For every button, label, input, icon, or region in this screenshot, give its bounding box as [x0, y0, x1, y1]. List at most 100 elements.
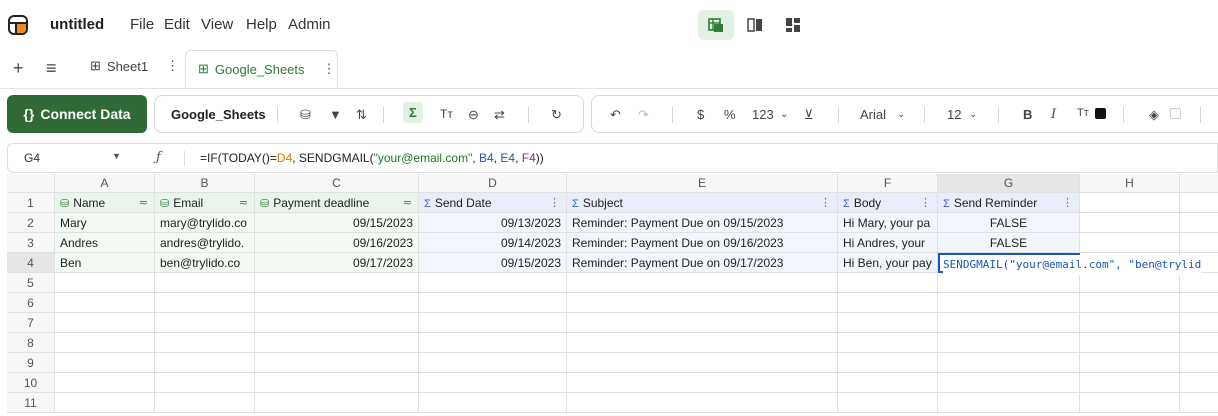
cell[interactable] [1180, 373, 1218, 393]
cell[interactable] [1080, 193, 1180, 213]
sigma-icon[interactable]: Σ [403, 102, 423, 123]
cell[interactable] [1080, 273, 1180, 293]
cell[interactable] [1180, 293, 1218, 313]
filter-icon[interactable]: ≂ [139, 193, 148, 212]
cell-name[interactable]: Ben [55, 253, 155, 273]
cell[interactable] [255, 333, 419, 353]
cell[interactable] [838, 353, 938, 373]
cell-subject[interactable]: Reminder: Payment Due on 09/17/2023 [567, 253, 838, 273]
row-header-3[interactable]: 3 [7, 233, 55, 253]
cell[interactable] [1180, 313, 1218, 333]
row-header-2[interactable]: 2 [7, 213, 55, 233]
menu-file[interactable]: File [130, 16, 154, 33]
document-title[interactable]: untitled [50, 16, 104, 33]
cell-name[interactable]: Mary [55, 213, 155, 233]
row-header-6[interactable]: 6 [7, 293, 55, 313]
cell-payment-deadline[interactable]: 09/16/2023 [255, 233, 419, 253]
cell[interactable] [255, 273, 419, 293]
grid-view-button[interactable] [698, 10, 734, 40]
cell[interactable] [838, 313, 938, 333]
column-header-g[interactable]: G [938, 174, 1080, 193]
cell[interactable] [55, 273, 155, 293]
row-header-9[interactable]: 9 [7, 353, 55, 373]
column-header-b[interactable]: B [155, 174, 255, 193]
filter-icon[interactable]: ≂ [403, 193, 412, 212]
percent-button[interactable]: % [724, 107, 736, 122]
cell[interactable] [255, 293, 419, 313]
cell[interactable] [255, 353, 419, 373]
cell[interactable] [567, 313, 838, 333]
header-cell-payment-deadline[interactable]: ⛁ Payment deadline ≂ [255, 193, 419, 213]
filter-icon[interactable]: ≂ [239, 193, 248, 212]
cell[interactable] [1080, 213, 1180, 233]
cell[interactable] [567, 373, 838, 393]
fill-color-icon[interactable]: ◈ [1149, 107, 1159, 123]
tab-google-sheets[interactable]: ⊞ Google_Sheets ⋮ [185, 50, 338, 88]
menu-view[interactable]: View [201, 16, 233, 33]
cell[interactable] [838, 293, 938, 313]
header-cell-name[interactable]: ⛁ Name ≂ [55, 193, 155, 213]
cell-reference[interactable]: G4 [24, 151, 40, 165]
source-name[interactable]: Google_Sheets [171, 107, 266, 122]
column-header-c[interactable]: C [255, 174, 419, 193]
cell[interactable] [567, 273, 838, 293]
clear-format-icon[interactable]: ⊻ [804, 107, 814, 123]
column-header-h[interactable]: H [1080, 174, 1180, 193]
tab-more-icon[interactable]: ⋮ [323, 61, 336, 77]
column-header-d[interactable]: D [419, 174, 567, 193]
header-cell-send-reminder[interactable]: Σ Send Reminder ⋮ [938, 193, 1080, 213]
cell-email[interactable]: andres@trylido. [155, 233, 255, 253]
menu-admin[interactable]: Admin [288, 16, 331, 33]
cell[interactable] [255, 313, 419, 333]
cell-send-date[interactable]: 09/13/2023 [419, 213, 567, 233]
formula-input[interactable]: =IF(TODAY()=D4, SENDGMAIL("your@email.co… [200, 151, 544, 165]
chevron-down-icon[interactable]: ⌄ [897, 109, 905, 120]
cell-name[interactable]: Andres [55, 233, 155, 253]
cell[interactable] [155, 313, 255, 333]
split-view-button[interactable] [737, 10, 773, 40]
cell[interactable] [155, 333, 255, 353]
font-select[interactable]: Arial [860, 107, 886, 122]
row-header-11[interactable]: 11 [7, 393, 55, 413]
cell[interactable] [255, 373, 419, 393]
cell[interactable] [567, 293, 838, 313]
cell[interactable] [55, 333, 155, 353]
cell[interactable] [1080, 373, 1180, 393]
chevron-down-icon[interactable]: ▼ [112, 151, 121, 161]
cell[interactable] [1080, 393, 1180, 413]
cell-payment-deadline[interactable]: 09/15/2023 [255, 213, 419, 233]
column-header-blank[interactable] [1180, 174, 1218, 193]
cell[interactable] [1180, 213, 1218, 233]
menu-edit[interactable]: Edit [164, 16, 190, 33]
cell[interactable] [419, 333, 567, 353]
fill-color-swatch[interactable] [1170, 108, 1181, 119]
cell[interactable] [938, 393, 1080, 413]
cell[interactable] [938, 353, 1080, 373]
redo-icon[interactable]: ↷ [638, 107, 649, 123]
database-icon[interactable]: ⛁ [300, 107, 311, 123]
column-header-f[interactable]: F [838, 174, 938, 193]
text-color-icon[interactable]: Tт [1077, 107, 1089, 119]
italic-button[interactable]: I [1051, 107, 1056, 122]
cell[interactable] [1080, 233, 1180, 253]
cell[interactable] [1080, 333, 1180, 353]
row-header-4[interactable]: 4 [7, 253, 55, 273]
filter-icon[interactable]: ▼ [329, 107, 342, 122]
currency-button[interactable]: $ [697, 107, 704, 122]
chevron-down-icon[interactable]: ⌄ [969, 109, 977, 120]
cell[interactable] [55, 373, 155, 393]
column-header-a[interactable]: A [55, 174, 155, 193]
refresh-icon[interactable]: ↻ [551, 107, 562, 123]
dashboard-view-button[interactable] [775, 10, 811, 40]
header-cell-email[interactable]: ⛁ Email ≂ [155, 193, 255, 213]
cell[interactable] [419, 293, 567, 313]
connect-data-button[interactable]: {} Connect Data [7, 95, 147, 133]
cell[interactable] [419, 273, 567, 293]
tab-sheet1[interactable]: ⊞ Sheet1 ⋮ [90, 58, 179, 74]
menu-help[interactable]: Help [246, 16, 277, 33]
bold-button[interactable]: B [1023, 107, 1032, 122]
cell[interactable] [567, 353, 838, 373]
row-header-5[interactable]: 5 [7, 273, 55, 293]
cell[interactable] [155, 353, 255, 373]
cell-email[interactable]: ben@trylido.co [155, 253, 255, 273]
